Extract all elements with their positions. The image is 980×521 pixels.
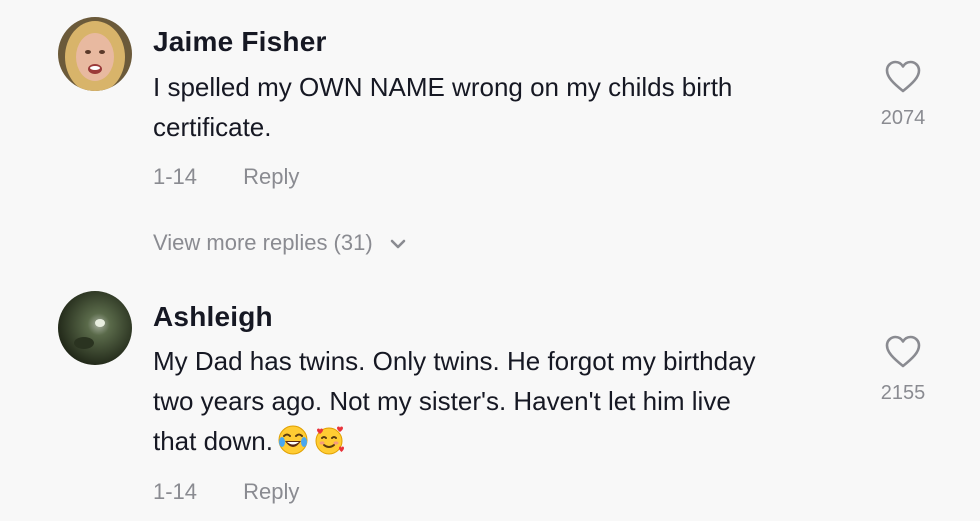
comment-text-line: two years ago. Not my sister's. Haven't … [153, 386, 731, 416]
like-count: 2155 [880, 382, 926, 404]
laughing-tears-emoji [277, 424, 309, 456]
comment-username[interactable]: Ashleigh [153, 301, 273, 333]
comment-date: 1-14 [153, 164, 198, 189]
avatar-image [58, 291, 132, 365]
view-more-replies-label: View more replies (31) [153, 230, 373, 255]
heart-outline-icon[interactable] [885, 60, 921, 94]
comment-text-segment: that down. [153, 426, 273, 456]
like-count: 2074 [880, 107, 926, 129]
reply-button[interactable]: Reply [243, 164, 299, 190]
comment-username[interactable]: Jaime Fisher [153, 26, 327, 58]
comment-meta: 1-14 Reply [153, 164, 299, 190]
like-control: 2074 [866, 60, 940, 130]
reply-button[interactable]: Reply [243, 479, 299, 505]
like-control: 2155 [866, 335, 940, 405]
comment-text: My Dad has twins. Only twins. He forgot … [153, 341, 843, 461]
comment-text: I spelled my OWN NAME wrong on my childs… [153, 67, 843, 147]
avatar[interactable] [58, 17, 132, 91]
comment-text-line: certificate. [153, 112, 272, 142]
comment-text-line: I spelled my OWN NAME wrong on my childs… [153, 72, 733, 102]
view-more-replies-button[interactable]: View more replies (31) [153, 230, 407, 256]
chevron-down-icon [389, 238, 407, 250]
comment-meta: 1-14 Reply [153, 479, 299, 505]
heart-outline-icon[interactable] [885, 335, 921, 369]
comment-text-line-with-emoji: that down. [153, 421, 843, 461]
smiling-hearts-emoji [313, 424, 345, 456]
avatar-image [58, 17, 132, 91]
comment-date: 1-14 [153, 479, 198, 504]
comment-text-line: My Dad has twins. Only twins. He forgot … [153, 346, 756, 376]
avatar[interactable] [58, 291, 132, 365]
